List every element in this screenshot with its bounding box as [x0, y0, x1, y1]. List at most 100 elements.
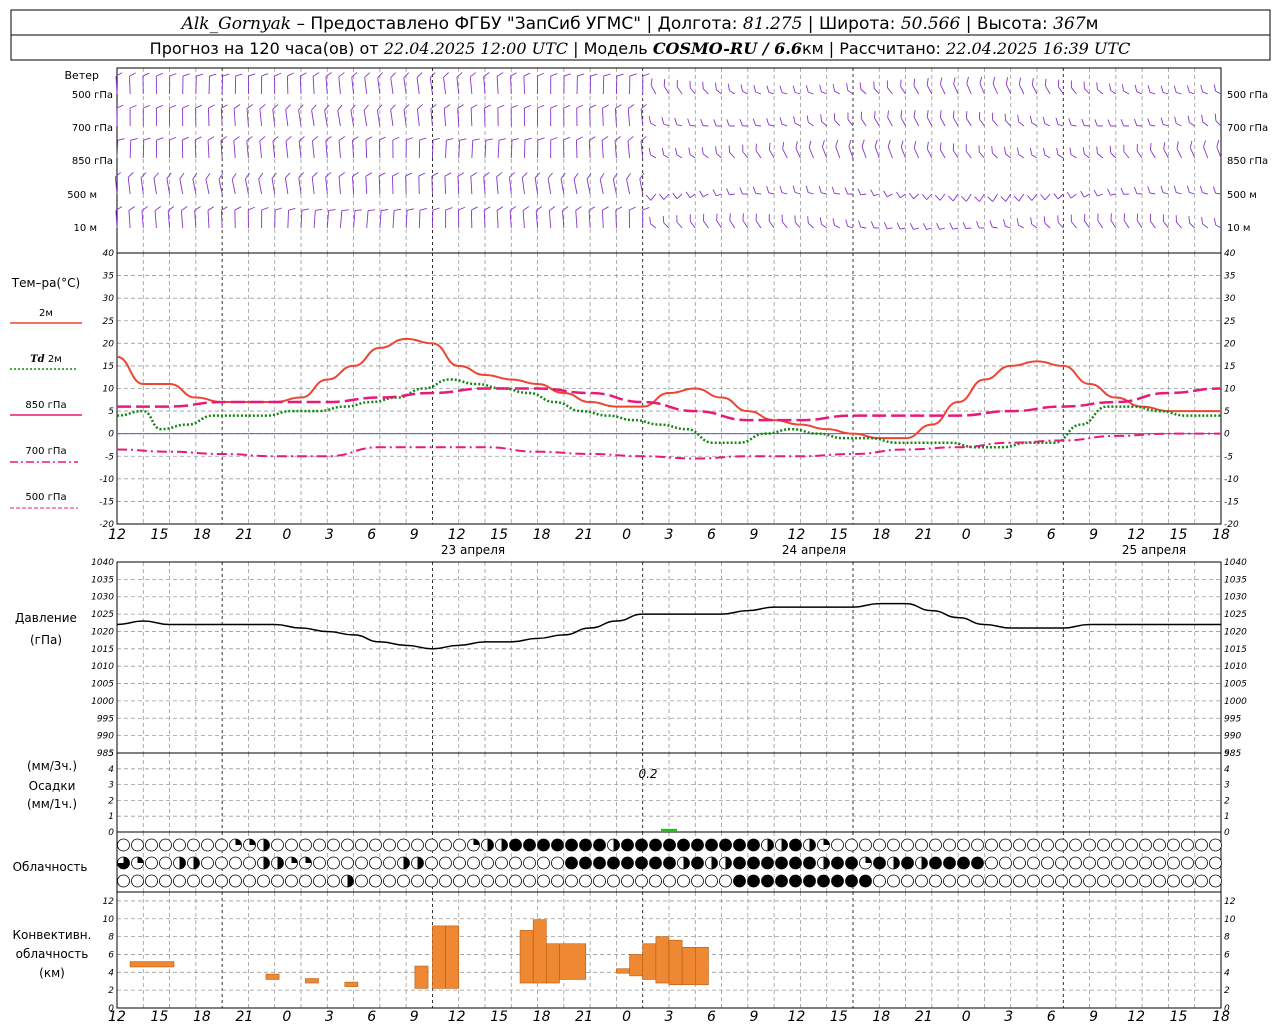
wind-barb-feather: [913, 78, 916, 86]
wind-barb-feather: [1147, 85, 1151, 93]
cloud-circle: [887, 874, 900, 888]
wind-barb-shaft: [1044, 193, 1051, 201]
wind-barb-feather: [562, 206, 569, 211]
wind-barb-shaft: [860, 193, 867, 196]
cloud-circle: [215, 856, 228, 870]
conv-bar: [519, 930, 534, 984]
wind-barb-feather: [1200, 84, 1203, 92]
wind-barb-feather: [629, 206, 636, 211]
wind-barb-feather: [857, 188, 862, 196]
wind-barb-shaft: [352, 176, 355, 195]
cloud-circle: [719, 874, 732, 888]
xtick-bottom: 21: [915, 1009, 933, 1024]
wind-barb-feather: [953, 77, 956, 85]
wind-barb-shaft: [601, 210, 604, 229]
header-alt-unit: м: [1086, 14, 1099, 34]
cloud-circle: [369, 874, 382, 888]
wind-barb-feather: [1069, 147, 1072, 155]
conv-bar: [668, 939, 683, 986]
wind-barb-shaft: [1071, 221, 1077, 229]
wind-barb-feather: [312, 136, 319, 142]
wind-barb-shaft: [873, 193, 880, 197]
wind-barb-feather: [1173, 85, 1177, 93]
wind-barb-shaft: [127, 177, 131, 195]
xtick-bottom: 12: [448, 1009, 466, 1024]
ytick-right-conv: 12: [1224, 897, 1236, 907]
wind-barb-feather: [1004, 146, 1006, 154]
wind-barb-shaft: [483, 176, 486, 195]
wind-barb-shaft: [496, 76, 499, 95]
cloud-overcast: [761, 875, 774, 887]
cloud-overcast: [565, 839, 578, 851]
ytick-left-temp: 30: [103, 294, 115, 304]
wind-barb-shaft: [205, 179, 210, 195]
wind-barb-feather: [768, 142, 771, 150]
conv-bar: [694, 947, 709, 986]
wind-barb-shaft: [573, 178, 578, 195]
wind-barb-feather: [445, 207, 453, 211]
cloud-circle: [1097, 874, 1110, 888]
ytick-right-press: 1030: [1224, 593, 1247, 603]
cloud-circle: [943, 838, 956, 852]
wind-barb-feather: [496, 172, 503, 178]
cloud-partial: [249, 839, 256, 845]
wind-barb-shaft: [702, 88, 709, 95]
wind-barb-shaft: [560, 178, 565, 195]
cloud-partial: [179, 857, 186, 869]
wind-barb-shaft: [689, 193, 696, 199]
wind-barb-feather: [848, 139, 852, 147]
wind-barb-feather: [390, 104, 396, 111]
conv-bar: [642, 943, 657, 980]
cloud-circle: [957, 874, 970, 888]
wind-barb-shaft: [913, 85, 920, 95]
cloud-circle: [243, 874, 256, 888]
wind-barb-shaft: [469, 76, 473, 95]
xtick-temp: 21: [915, 527, 933, 543]
wind-barb-feather: [699, 190, 704, 197]
wind-barb-feather: [1187, 85, 1190, 93]
wind-barb-feather: [392, 136, 400, 141]
cloud-overcast: [579, 857, 592, 869]
xtick-bottom: 15: [151, 1009, 169, 1024]
wind-barb-shaft: [952, 227, 959, 230]
wind-barb-feather: [167, 206, 175, 211]
wind-barb-feather: [675, 147, 678, 155]
wind-barb-shaft: [258, 178, 263, 195]
wind-barb-feather: [325, 172, 332, 178]
xtick-bottom: 18: [872, 1009, 890, 1024]
wind-barb-feather: [1212, 186, 1217, 194]
wind-barb-shaft: [129, 140, 132, 159]
wind-barb-feather: [443, 72, 449, 78]
cloud-circle: [1125, 874, 1138, 888]
cloud-circle: [1097, 856, 1110, 870]
cloud-overcast: [747, 875, 760, 887]
wind-barb-feather: [301, 208, 309, 211]
cloud-circle: [565, 874, 578, 888]
wind-barb-feather: [947, 195, 954, 202]
wind-barb-feather: [900, 110, 903, 118]
cloud-overcast: [789, 857, 802, 869]
wind-barb-shaft: [311, 177, 315, 195]
wind-barb-feather: [961, 196, 967, 202]
conv-bar: [616, 968, 630, 974]
cloud-overcast: [523, 839, 536, 851]
wind-barb-feather: [663, 79, 666, 87]
wind-barb-feather: [156, 72, 163, 77]
wind-barb-shaft: [379, 210, 382, 229]
xtick-bottom: 21: [235, 1009, 253, 1024]
cloud-circle: [649, 874, 662, 888]
wind-barb-feather: [766, 186, 770, 193]
xtick-bottom: 9: [1089, 1009, 1098, 1024]
cloud-circle: [187, 874, 200, 888]
wind-barb-shaft: [1084, 220, 1090, 229]
wind-barb-shaft: [1097, 193, 1103, 197]
wind-barb-shaft: [979, 83, 985, 95]
wind-barb-shaft: [822, 146, 828, 159]
wind-barb-feather: [497, 104, 505, 109]
wind-barb-feather: [648, 147, 651, 155]
wind-barb-feather: [714, 82, 717, 90]
wind-barb-feather: [535, 206, 543, 211]
wind-barb-feather: [456, 72, 463, 78]
day-label-1: 23 апреля: [441, 543, 505, 557]
wind-barb-feather: [965, 111, 968, 119]
